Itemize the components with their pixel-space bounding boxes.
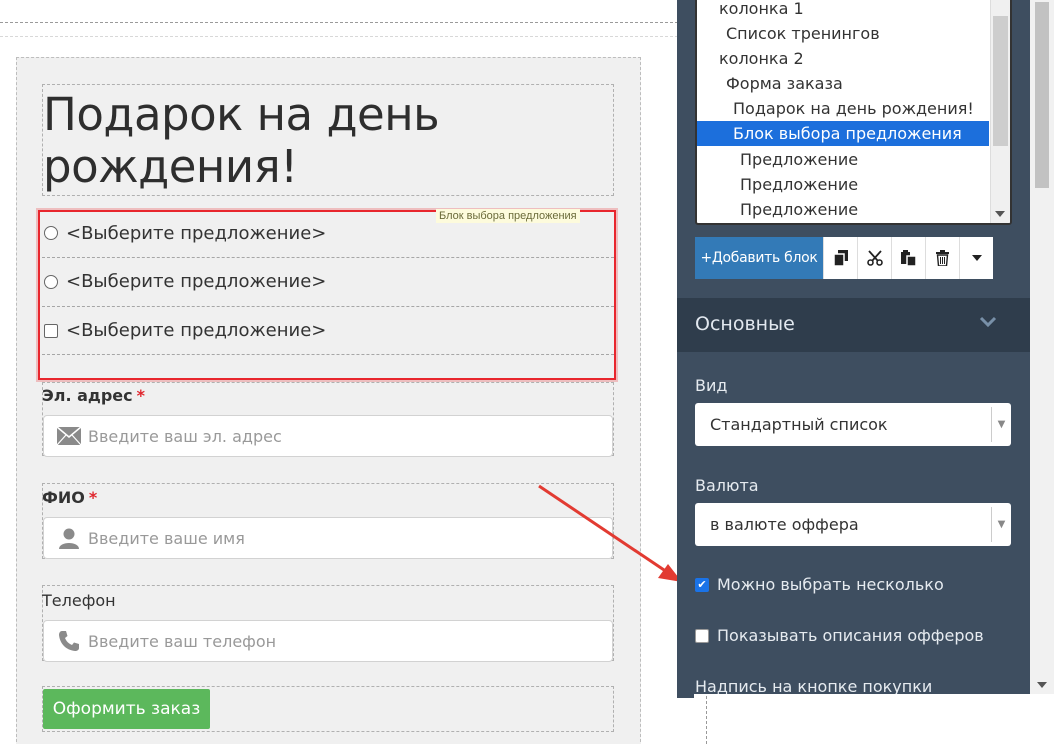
submit-order-button[interactable]: Оформить заказ xyxy=(43,689,210,729)
view-select-value: Стандартный список xyxy=(710,415,888,434)
view-select[interactable]: Стандартный список ▼ xyxy=(695,403,1011,446)
divider xyxy=(0,36,678,37)
tree-item[interactable]: Предложение xyxy=(697,172,989,197)
selected-block-tag: Блок выбора предложения xyxy=(436,209,580,223)
selected-block-outline[interactable] xyxy=(38,210,616,380)
divider xyxy=(0,22,678,23)
show-descriptions-label: Показывать описания офферов xyxy=(717,626,984,645)
show-descriptions-toggle[interactable]: Показывать описания офферов xyxy=(695,626,984,645)
chevron-down-icon[interactable]: ▼ xyxy=(991,507,1011,542)
show-descriptions-checkbox[interactable] xyxy=(695,628,709,643)
view-label: Вид xyxy=(695,376,728,395)
tree-item[interactable]: Предложение xyxy=(697,197,989,222)
tree-scrollbar[interactable] xyxy=(990,0,1010,223)
envelope-icon xyxy=(56,424,82,448)
section-title: Основные xyxy=(695,313,795,335)
add-block-button[interactable]: +Добавить блок xyxy=(695,237,823,279)
chevron-down-icon[interactable] xyxy=(979,312,997,333)
currency-select-value: в валюте оффера xyxy=(710,515,859,534)
user-icon xyxy=(56,526,82,550)
scroll-down-icon[interactable] xyxy=(995,211,1005,217)
tree-item[interactable]: колонка 2 xyxy=(697,46,989,71)
tree-item[interactable]: колонка 1 xyxy=(697,0,989,21)
name-field[interactable]: Введите ваше имя xyxy=(43,517,613,559)
tree-item[interactable]: Форма заказа xyxy=(697,71,989,96)
multi-select-checkbox[interactable]: ✔ xyxy=(695,577,709,592)
scrollbar-thumb[interactable] xyxy=(993,16,1008,146)
trash-icon[interactable] xyxy=(925,237,959,279)
phone-label: Телефон xyxy=(42,591,116,610)
divider xyxy=(706,696,707,744)
panel-scrollbar[interactable] xyxy=(1030,0,1054,694)
tree-item[interactable]: Предложение xyxy=(697,147,989,172)
page-title: Подарок на день рождения! xyxy=(43,88,440,193)
paste-icon[interactable] xyxy=(891,237,925,279)
scroll-down-icon[interactable] xyxy=(1037,682,1047,688)
phone-icon xyxy=(56,629,82,653)
annotation-arrow-icon xyxy=(538,484,682,582)
currency-select[interactable]: в валюте оффера ▼ xyxy=(695,503,1011,546)
section-header[interactable]: Основные xyxy=(677,298,1030,352)
name-placeholder: Введите ваше имя xyxy=(88,528,245,548)
scrollbar-thumb[interactable] xyxy=(1035,2,1049,188)
required-mark: * xyxy=(88,488,98,507)
block-toolbar: +Добавить блок xyxy=(695,237,993,279)
email-placeholder: Введите ваш эл. адрес xyxy=(88,426,282,446)
required-mark: * xyxy=(136,386,145,405)
copy-icon[interactable] xyxy=(823,237,857,279)
page-root: Подарок на день рождения! <Выберите пред… xyxy=(0,0,1054,744)
title-block[interactable]: Подарок на день рождения! xyxy=(42,84,614,196)
email-field[interactable]: Введите ваш эл. адрес xyxy=(43,415,613,457)
button-caption-label: Надпись на кнопке покупки xyxy=(695,677,933,694)
tree-item[interactable]: Список тренингов xyxy=(697,21,989,46)
multi-select-label: Можно выбрать несколько xyxy=(717,575,944,594)
multi-select-toggle[interactable]: ✔ Можно выбрать несколько xyxy=(695,575,944,594)
dropdown-icon[interactable] xyxy=(959,237,993,279)
cut-icon[interactable] xyxy=(857,237,891,279)
name-label: ФИО * xyxy=(42,488,98,507)
block-tree[interactable]: колонка 1 Список тренингов колонка 2 Фор… xyxy=(695,0,1012,225)
tree-item-selected[interactable]: Блок выбора предложения xyxy=(697,121,989,146)
chevron-down-icon[interactable]: ▼ xyxy=(991,407,1011,442)
phone-placeholder: Введите ваш телефон xyxy=(88,631,277,651)
currency-label: Валюта xyxy=(695,476,759,495)
email-label: Эл. адрес * xyxy=(42,386,145,405)
bottom-area xyxy=(694,694,1054,744)
phone-field[interactable]: Введите ваш телефон xyxy=(43,620,613,662)
tree-item[interactable]: Подарок на день рождения! xyxy=(697,96,989,121)
